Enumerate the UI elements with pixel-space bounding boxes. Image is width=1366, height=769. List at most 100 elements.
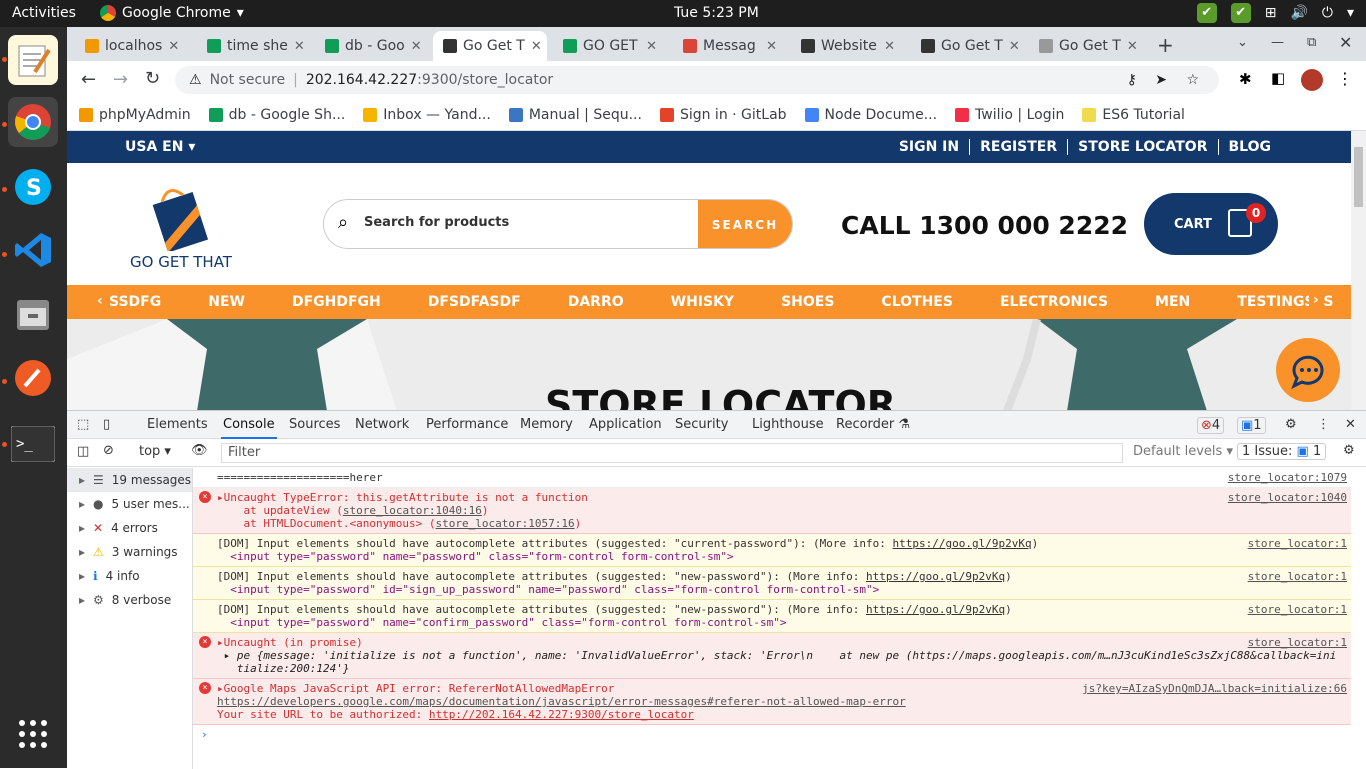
text-editor-icon[interactable]	[8, 35, 58, 85]
power-icon[interactable]: ⏻	[1322, 5, 1333, 21]
chat-button[interactable]	[1276, 338, 1340, 402]
devtools-tab[interactable]: Application	[589, 417, 662, 432]
network-icon[interactable]: ⊞	[1265, 5, 1277, 21]
close-window-button[interactable]: ✕	[1339, 33, 1352, 52]
console-filter-item[interactable]: ▸ ⚙ 8 verbose	[67, 588, 192, 612]
source-link[interactable]: js?key=AIzaSyDnQmDJA…lback=initialize:66	[1082, 682, 1347, 695]
menu-icon[interactable]: ⋮	[1337, 69, 1353, 88]
devtools-tab[interactable]: Sources	[289, 417, 340, 432]
search-button[interactable]: SEARCH	[698, 200, 792, 248]
files-icon[interactable]	[8, 289, 58, 339]
chevron-right-icon[interactable]: ▸	[79, 497, 85, 511]
category-link[interactable]: SSDFG	[109, 294, 161, 310]
device-toolbar-icon[interactable]: ▯	[103, 417, 110, 432]
source-link[interactable]: store_locator:1	[1248, 570, 1347, 583]
chevron-right-icon[interactable]: ▸	[79, 593, 85, 607]
stack-link[interactable]: store_locator:1040:16	[343, 504, 482, 517]
browser-tab[interactable]: time she ✕	[197, 31, 311, 61]
category-link[interactable]: DARRO	[568, 294, 624, 310]
top-nav-link[interactable]: STORE LOCATOR	[1067, 139, 1217, 155]
bookmark-item[interactable]: db - Google Sh...	[208, 107, 345, 123]
devtools-tab[interactable]: Elements	[147, 417, 208, 432]
browser-tab[interactable]: localhos ✕	[75, 31, 189, 61]
skype-icon[interactable]: S	[8, 162, 58, 212]
sidebar-toggle-icon[interactable]: ◫	[77, 444, 89, 459]
postman-icon[interactable]	[8, 353, 58, 403]
forward-icon[interactable]: →	[113, 69, 128, 90]
close-tab-icon[interactable]: ✕	[884, 39, 895, 54]
category-link[interactable]: DFGHDFGH	[292, 294, 381, 310]
activities-button[interactable]: Activities	[12, 5, 76, 21]
issues-button[interactable]: 1 Issue: ▣ 1	[1237, 443, 1327, 460]
category-link[interactable]: SHOES	[781, 294, 834, 310]
top-nav-link[interactable]: REGISTER	[969, 139, 1067, 155]
clock[interactable]: Tue 5:23 PM	[674, 5, 759, 21]
eye-icon[interactable]: 👁	[191, 443, 208, 458]
volume-icon[interactable]: 🔊	[1290, 5, 1307, 21]
category-link[interactable]: DFSDFASDF	[428, 294, 521, 310]
search-box[interactable]: ⌕ Search for products SEARCH	[323, 199, 793, 249]
app-menu[interactable]: Google Chrome ▾	[100, 5, 244, 21]
close-tab-icon[interactable]: ✕	[411, 39, 422, 54]
avatar[interactable]	[1301, 69, 1323, 91]
element-snippet[interactable]: <input type="password" id="sign_up_passw…	[217, 583, 879, 596]
bookmark-item[interactable]: Inbox — Yand...	[363, 107, 491, 123]
more-icon[interactable]: ⋮	[1317, 417, 1330, 432]
element-snippet[interactable]: <input type="password" name="password" c…	[217, 550, 733, 563]
top-nav-link[interactable]: BLOG	[1217, 139, 1282, 155]
console-prompt[interactable]: ›	[193, 725, 1351, 744]
close-tab-icon[interactable]: ✕	[1127, 39, 1138, 54]
bookmark-item[interactable]: phpMyAdmin	[79, 107, 191, 123]
reload-icon[interactable]: ↻	[145, 68, 160, 89]
devtools-tab[interactable]: Console	[221, 417, 277, 439]
side-panel-icon[interactable]: ◧	[1271, 69, 1285, 87]
error-message[interactable]: × ▸Uncaught (in promise) store_locator:1 ▸…	[193, 633, 1351, 679]
devtools-tab[interactable]: Lighthouse	[752, 417, 824, 432]
console-filter-item[interactable]: ▸ ● 5 user mes...	[67, 492, 192, 516]
site-url-link[interactable]: http://202.164.42.227:9300/store_locator	[429, 708, 694, 721]
browser-tab[interactable]: Go Get T ✕	[1029, 31, 1143, 61]
issue-counter[interactable]: ▣1	[1237, 417, 1266, 434]
browser-tab[interactable]: Messag ✕	[673, 31, 787, 61]
context-selector[interactable]: top ▾	[139, 444, 171, 459]
error-message[interactable]: × ▸Uncaught TypeError: this.getAttribute …	[193, 488, 1351, 534]
browser-tab[interactable]: GO GET ✕	[553, 31, 667, 61]
show-apps-icon[interactable]	[8, 709, 58, 759]
source-link[interactable]: store_locator:1	[1248, 636, 1347, 649]
source-link[interactable]: store_locator:1040	[1228, 491, 1347, 504]
gear-icon[interactable]: ⚙	[1343, 443, 1355, 458]
chevron-left-icon[interactable]: ‹	[97, 293, 103, 309]
inspect-icon[interactable]: ⬚	[77, 417, 89, 432]
console-filter-item[interactable]: ▸ ℹ 4 info	[67, 564, 192, 588]
chevron-right-icon[interactable]: ›	[1309, 292, 1323, 308]
bookmark-item[interactable]: ES6 Tutorial	[1082, 107, 1185, 123]
browser-tab[interactable]: db - Goo ✕	[315, 31, 429, 61]
devtools-tab[interactable]: Security	[675, 417, 728, 432]
error-message[interactable]: × ▸Google Maps JavaScript API error: Refe…	[193, 679, 1351, 725]
bookmark-item[interactable]: Manual | Sequ...	[508, 107, 642, 123]
source-link[interactable]: store_locator:1079	[1228, 471, 1347, 484]
top-nav-link[interactable]: SIGN IN	[889, 139, 969, 155]
language-selector[interactable]: USA EN ▾	[125, 139, 195, 155]
extensions-icon[interactable]: ✱	[1239, 70, 1252, 88]
gear-icon[interactable]: ⚙	[1285, 417, 1297, 432]
browser-tab[interactable]: Go Get T ✕	[433, 31, 547, 61]
category-link[interactable]: CLOTHES	[881, 294, 953, 310]
devtools-tab[interactable]: Performance	[426, 417, 508, 432]
chevron-right-icon[interactable]: ▸	[79, 473, 85, 487]
console-filter-item[interactable]: ▸ ☰ 19 messages	[67, 468, 192, 492]
send-icon[interactable]: ➤	[1155, 72, 1167, 88]
source-link[interactable]: store_locator:1	[1248, 537, 1347, 550]
chrome-icon[interactable]	[8, 97, 58, 147]
more-info-link[interactable]: https://goo.gl/9p2vKq	[893, 537, 1032, 550]
security-label[interactable]: Not secure	[210, 72, 286, 88]
close-icon[interactable]: ✕	[1345, 417, 1356, 432]
new-tab-button[interactable]: +	[1157, 33, 1174, 57]
element-snippet[interactable]: <input type="password" name="confirm_pas…	[217, 616, 786, 629]
browser-tab[interactable]: Go Get T ✕	[911, 31, 1025, 61]
console-filter-item[interactable]: ▸ ⚠ 3 warnings	[67, 540, 192, 564]
devtools-tab[interactable]: Memory	[520, 417, 573, 432]
error-counter[interactable]: ⊗4	[1197, 417, 1225, 434]
page-scrollbar[interactable]	[1351, 131, 1366, 410]
more-info-link[interactable]: https://goo.gl/9p2vKq	[866, 603, 1005, 616]
